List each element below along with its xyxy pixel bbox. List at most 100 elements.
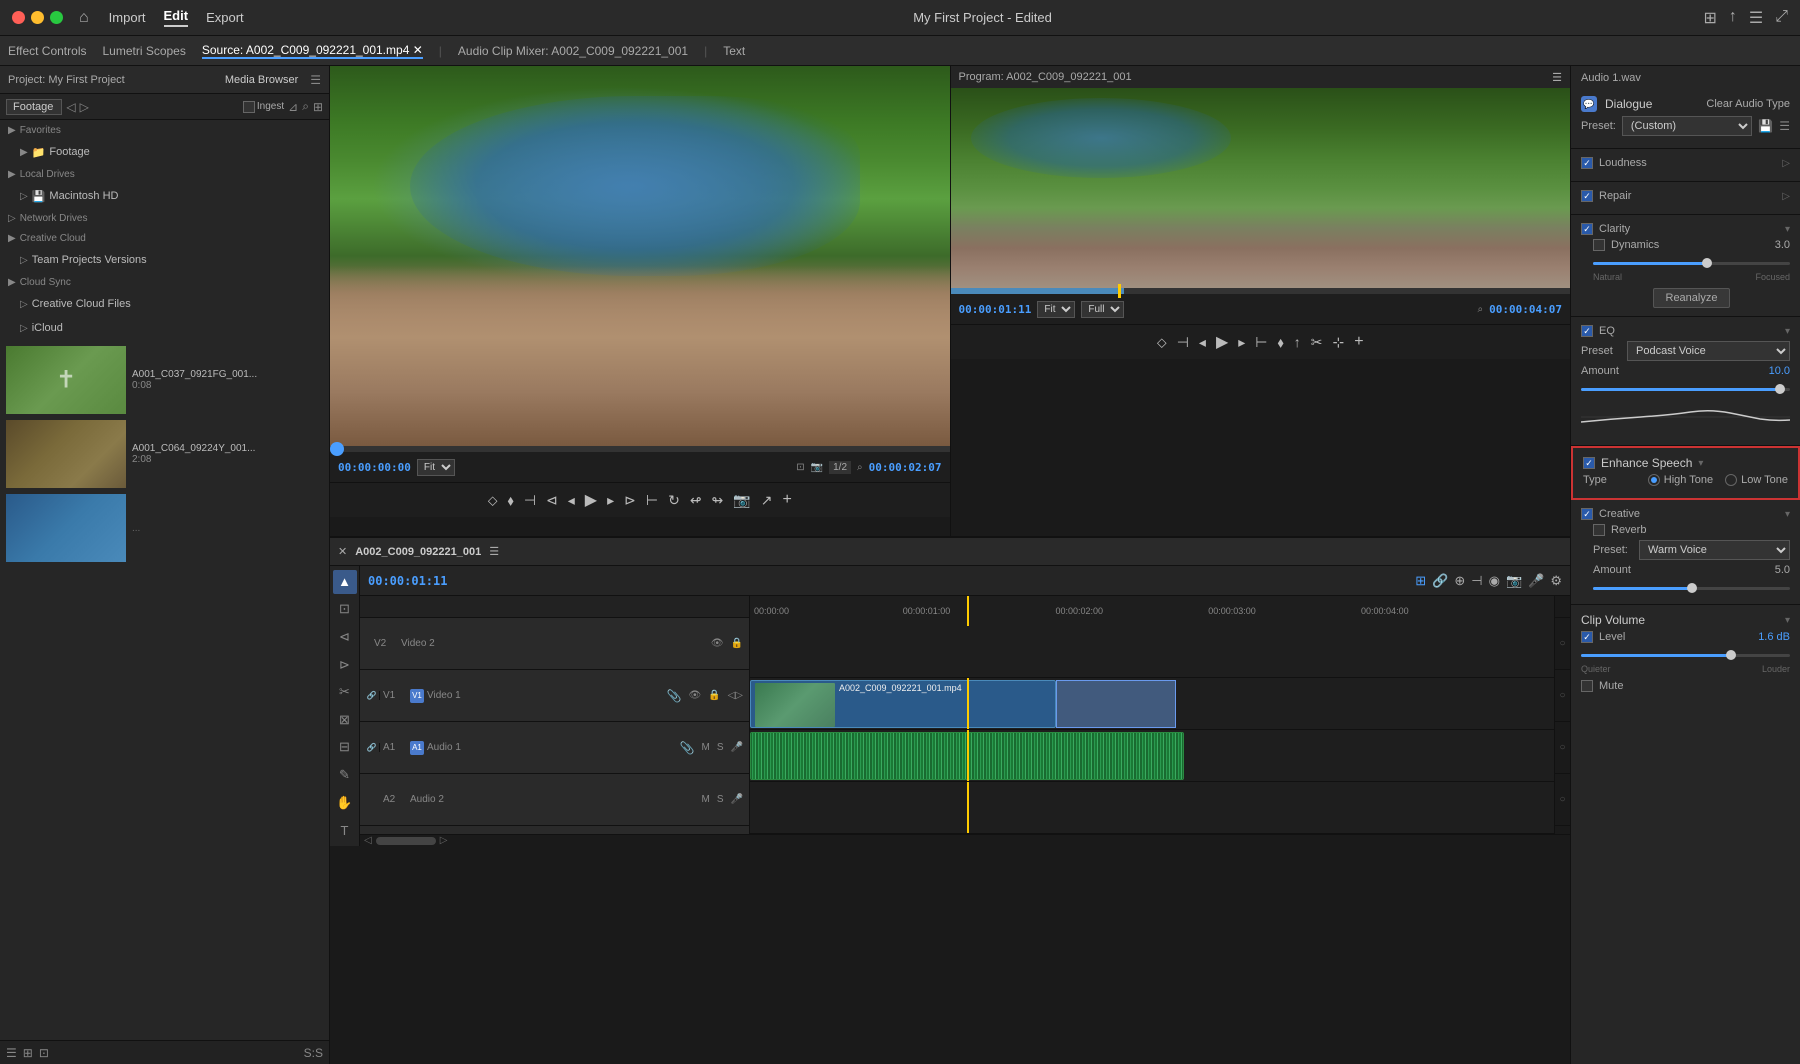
- eq-checkbox[interactable]: ✓: [1581, 325, 1593, 337]
- repair-checkbox[interactable]: ✓: [1581, 190, 1593, 202]
- minimize-button[interactable]: [31, 11, 44, 24]
- tab-lumetri-scopes[interactable]: Lumetri Scopes: [102, 44, 185, 58]
- preset-select[interactable]: (Custom): [1622, 116, 1752, 136]
- program-zoom-icon[interactable]: ⌕: [1478, 304, 1484, 315]
- scroll-thumb[interactable]: [376, 837, 436, 845]
- eq-preset-select[interactable]: Podcast Voice: [1627, 341, 1790, 361]
- scroll-left[interactable]: ◁: [364, 835, 372, 846]
- nav-back[interactable]: ◁: [66, 100, 75, 114]
- dynamics-thumb[interactable]: [1702, 258, 1712, 268]
- repair-expand[interactable]: ▷: [1782, 191, 1790, 202]
- video-clip-1[interactable]: A002_C009_092221_001.mp4: [750, 680, 1056, 728]
- menu-icon[interactable]: ☰: [1749, 8, 1763, 28]
- next-frame[interactable]: ⊳: [624, 492, 636, 509]
- menu-import[interactable]: Import: [109, 10, 146, 25]
- text-tool[interactable]: T: [333, 818, 357, 842]
- close-button[interactable]: [12, 11, 25, 24]
- eq-expand[interactable]: ▾: [1785, 326, 1790, 337]
- selection-tool[interactable]: ▲: [333, 570, 357, 594]
- program-menu-icon[interactable]: ☰: [1552, 71, 1562, 84]
- p-trim[interactable]: ⊹: [1333, 334, 1345, 351]
- v2-vis[interactable]: 👁: [709, 637, 726, 650]
- play-btn[interactable]: ▶: [585, 490, 597, 510]
- clarity-checkbox[interactable]: ✓: [1581, 223, 1593, 235]
- tl-color[interactable]: ◉: [1489, 573, 1500, 589]
- clarity-expand[interactable]: ▾: [1785, 224, 1790, 235]
- add-btn[interactable]: +: [782, 491, 791, 509]
- home-icon[interactable]: ⌂: [79, 9, 89, 27]
- slip-tool[interactable]: ⊠: [333, 708, 357, 732]
- a1-clip-icon[interactable]: 📎: [678, 740, 697, 756]
- a1-m[interactable]: M: [700, 741, 712, 754]
- program-scrubber[interactable]: [951, 288, 1571, 294]
- source-timecode[interactable]: 00:00:00:00: [338, 461, 411, 474]
- a1-s[interactable]: S: [715, 741, 726, 754]
- track-select-tool[interactable]: ⊡: [333, 598, 357, 622]
- slide-tool[interactable]: ⊟: [333, 736, 357, 760]
- track-a2[interactable]: [750, 782, 1554, 834]
- p-next[interactable]: ▸: [1238, 334, 1245, 351]
- media-browser-label[interactable]: Media Browser: [225, 74, 298, 86]
- end-v2[interactable]: ○: [1555, 618, 1570, 670]
- tl-snap[interactable]: ⊞: [1415, 573, 1426, 589]
- level-slider[interactable]: [1581, 647, 1790, 663]
- creative-expand[interactable]: ▾: [1785, 509, 1790, 520]
- step-back[interactable]: ◂: [568, 492, 575, 509]
- export-frame-icon[interactable]: 📷: [811, 462, 823, 473]
- level-thumb[interactable]: [1726, 650, 1736, 660]
- hand-tool[interactable]: ✋: [333, 791, 357, 815]
- a2-m[interactable]: M: [700, 793, 712, 806]
- program-timecode[interactable]: 00:00:01:11: [959, 303, 1032, 316]
- go-to-out[interactable]: ⊢: [646, 492, 658, 509]
- track-v1[interactable]: A002_C009_092221_001.mp4: [750, 678, 1554, 730]
- pen-tool[interactable]: ✎: [333, 763, 357, 787]
- list-icon[interactable]: ☰: [6, 1046, 17, 1060]
- a2-s[interactable]: S: [715, 793, 726, 806]
- export[interactable]: ↗: [761, 492, 773, 509]
- enhance-checkbox[interactable]: ✓: [1583, 457, 1595, 469]
- maximize-button[interactable]: [50, 11, 63, 24]
- prev-frame[interactable]: ⊲: [546, 492, 558, 509]
- tl-settings[interactable]: ⚙: [1550, 573, 1562, 589]
- overwrite[interactable]: ↬: [712, 492, 724, 509]
- tl-linked[interactable]: 🔗: [1432, 573, 1448, 589]
- dynamics-slider[interactable]: [1593, 255, 1790, 271]
- source-fit-select[interactable]: Fit: [417, 459, 455, 476]
- menu-edit[interactable]: Edit: [164, 8, 189, 27]
- mark-in[interactable]: ⬦: [488, 492, 498, 509]
- eq-slider[interactable]: [1581, 381, 1790, 397]
- end-v1[interactable]: ○: [1555, 670, 1570, 722]
- selected-clip-overlay[interactable]: [1056, 680, 1177, 728]
- program-fit-select[interactable]: Fit: [1037, 301, 1075, 318]
- v1-active[interactable]: V1: [410, 689, 424, 703]
- source-scrubber[interactable]: [330, 446, 950, 452]
- tree-cc-files[interactable]: ▷ Creative Cloud Files: [0, 292, 329, 316]
- p-mark-out[interactable]: ⬧: [1277, 334, 1283, 351]
- camera[interactable]: 📷: [733, 492, 750, 509]
- loop[interactable]: ↻: [668, 492, 680, 509]
- footage-dropdown[interactable]: Footage: [6, 99, 62, 115]
- nav-forward[interactable]: ▷: [80, 100, 89, 114]
- v1-lock[interactable]: 🔒: [706, 689, 722, 702]
- reverb-thumb[interactable]: [1687, 583, 1697, 593]
- fullscreen-icon[interactable]: ⤢: [1775, 8, 1788, 28]
- reanalyze-btn[interactable]: Reanalyze: [1653, 288, 1731, 308]
- loudness-checkbox[interactable]: ✓: [1581, 157, 1593, 169]
- low-tone-radio[interactable]: [1725, 474, 1737, 486]
- creative-checkbox[interactable]: ✓: [1581, 508, 1593, 520]
- reverb-slider[interactable]: [1593, 580, 1790, 596]
- clip-volume-expand[interactable]: ▾: [1785, 615, 1790, 626]
- insert[interactable]: ↫: [690, 492, 702, 509]
- tree-team-projects[interactable]: ▷ Team Projects Versions: [0, 248, 329, 272]
- tree-footage[interactable]: ▶ 📁 Footage: [0, 140, 329, 164]
- loudness-expand[interactable]: ▷: [1782, 158, 1790, 169]
- timeline-scrollbar[interactable]: ◁ ▷: [360, 834, 1570, 846]
- p-lift[interactable]: ↑: [1294, 334, 1301, 350]
- end-a1[interactable]: ○: [1555, 722, 1570, 774]
- tl-camera[interactable]: 📷: [1506, 573, 1522, 589]
- dynamics-checkbox[interactable]: [1593, 239, 1605, 251]
- seq-close[interactable]: ✕: [338, 545, 347, 558]
- resize-icon[interactable]: ⊞: [1703, 8, 1716, 28]
- seq-menu[interactable]: ☰: [489, 545, 499, 558]
- tl-add-track[interactable]: ⊕: [1454, 573, 1465, 589]
